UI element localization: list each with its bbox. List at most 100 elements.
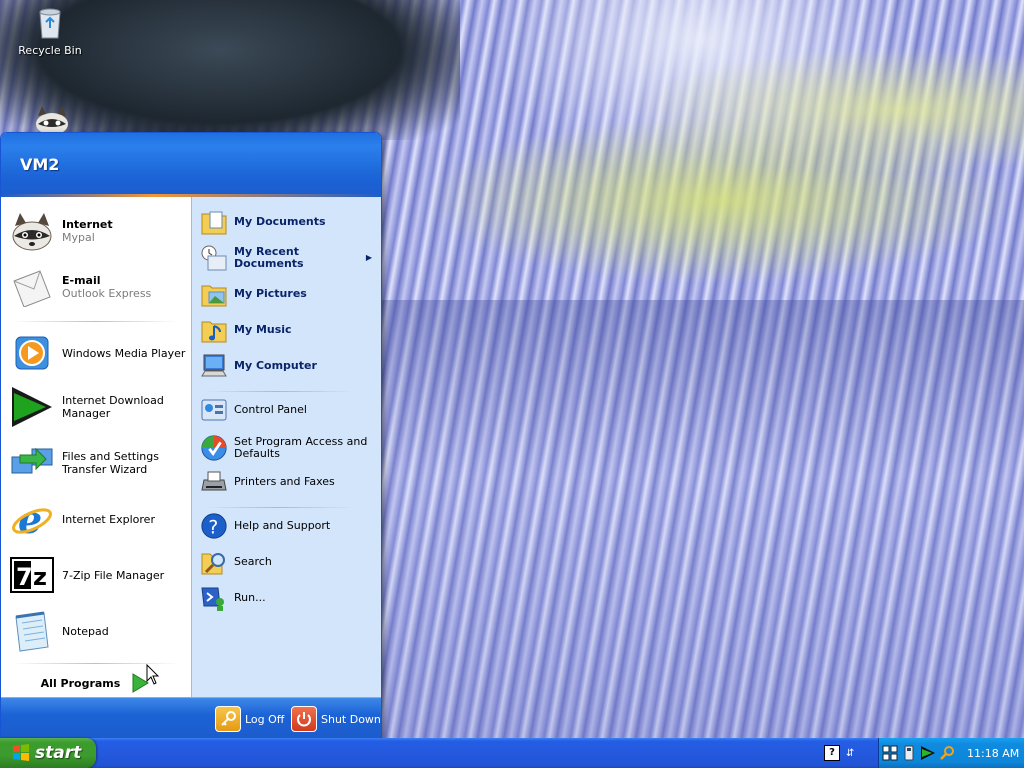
pinned-item-title: E-mail: [62, 274, 101, 287]
recent-item-label: 7-Zip File Manager: [62, 568, 165, 582]
place-my-recent-documents[interactable]: My Recent Documents ▶: [200, 243, 378, 273]
help-label: Help and Support: [234, 519, 331, 532]
recycle-bin-icon: [32, 4, 68, 40]
place-label: My Documents: [234, 215, 326, 228]
help-label: Search: [234, 555, 272, 568]
7zip-icon: 7 z: [9, 552, 55, 598]
all-programs-button[interactable]: All Programs: [1, 669, 190, 697]
pinned-item-title: Internet: [62, 218, 113, 231]
windows-logo-icon: [12, 744, 30, 762]
printer-icon: [200, 468, 228, 496]
pinned-item-internet[interactable]: Internet Mypal: [9, 205, 187, 257]
svg-text:z: z: [33, 563, 47, 591]
start-label: start: [35, 743, 82, 763]
recent-documents-icon: [200, 244, 228, 272]
start-button[interactable]: start: [0, 738, 96, 768]
transfer-wizard-icon: [9, 440, 55, 486]
shut-down-button[interactable]: Shut Down: [291, 706, 381, 732]
svg-text:7: 7: [16, 563, 33, 591]
setting-label: Set Program Access and Defaults: [234, 435, 368, 460]
shut-down-label: Shut Down: [321, 712, 381, 726]
setting-label: Control Panel: [234, 403, 307, 416]
recent-item-windows-media-player[interactable]: Windows Media Player: [9, 327, 187, 379]
mouse-cursor-icon: [146, 663, 160, 686]
help-tray-icon[interactable]: ?: [824, 745, 840, 761]
tray-extra-icons: ? ⇵: [824, 742, 868, 764]
setting-printers-faxes[interactable]: Printers and Faxes: [200, 467, 378, 497]
wallpaper-waterfall: [380, 300, 1024, 738]
log-off-label: Log Off: [245, 712, 285, 726]
start-menu-programs-pane: Internet Mypal E-mail Outlook Express Wi…: [1, 197, 190, 697]
desktop-icon-recycle-bin[interactable]: Recycle Bin: [10, 4, 90, 57]
email-envelope-icon: [9, 264, 55, 310]
power-icon: [291, 706, 317, 732]
places-separator: [204, 391, 354, 392]
place-label: My Pictures: [234, 287, 307, 300]
help-and-support[interactable]: ? Help and Support: [200, 511, 378, 541]
run-icon: [200, 584, 228, 612]
help-label: Run...: [234, 591, 266, 604]
download-manager-icon: [9, 384, 55, 430]
start-menu: VM2 Internet Mypal E-mail Outlook Expres…: [0, 132, 382, 740]
svg-text:?: ?: [208, 517, 218, 538]
usb-drive-tray-icon[interactable]: [901, 745, 917, 761]
desktop-icon-label: Recycle Bin: [18, 44, 82, 57]
taskbar: start ? ⇵ 11:18 AM: [0, 738, 1024, 768]
internet-explorer-icon: e: [9, 496, 55, 542]
key-icon: [215, 706, 241, 732]
start-menu-places-pane: My Documents My Recent Documents ▶ My Pi…: [191, 197, 381, 697]
recent-item-label: Windows Media Player: [62, 346, 186, 360]
recent-item-7zip[interactable]: 7 z 7-Zip File Manager: [9, 549, 187, 601]
setting-label: Printers and Faxes: [234, 475, 335, 488]
place-label: My Computer: [234, 359, 317, 372]
control-panel-icon: [200, 396, 228, 424]
log-off-button[interactable]: Log Off: [215, 706, 284, 732]
system-tray: 11:18 AM: [878, 738, 1024, 768]
recent-item-files-settings-transfer[interactable]: Files and Settings Transfer Wizard: [9, 437, 187, 489]
recent-item-label: Notepad: [62, 624, 109, 638]
recent-item-label: Internet Download Manager: [62, 394, 164, 420]
documents-folder-icon: [200, 208, 228, 236]
recent-item-label: Internet Explorer: [62, 512, 155, 526]
arrows-tray-icon[interactable]: ⇵: [846, 748, 854, 759]
music-folder-icon: [200, 316, 228, 344]
place-label: My Recent Documents: [234, 245, 304, 270]
setting-control-panel[interactable]: Control Panel: [200, 395, 378, 425]
submenu-arrow-icon: ▶: [365, 253, 372, 262]
place-my-documents[interactable]: My Documents: [200, 207, 378, 237]
all-programs-label: All Programs: [40, 676, 121, 690]
recent-item-notepad[interactable]: Notepad: [9, 605, 187, 657]
download-manager-tray-icon[interactable]: [920, 745, 936, 761]
search-item[interactable]: Search: [200, 547, 378, 577]
recent-item-internet-download-manager[interactable]: Internet Download Manager: [9, 381, 187, 433]
help-icon: ?: [200, 512, 228, 540]
media-player-icon: [9, 330, 55, 376]
raccoon-browser-icon: [9, 208, 55, 254]
pinned-item-email[interactable]: E-mail Outlook Express: [9, 261, 187, 313]
pinned-item-text: E-mail Outlook Express: [62, 274, 151, 300]
settings-separator: [204, 507, 354, 508]
search-icon: [200, 548, 228, 576]
notepad-icon: [9, 608, 55, 654]
start-menu-footer: Log Off Shut Down: [1, 697, 381, 739]
computer-icon: [200, 352, 228, 380]
setting-program-access[interactable]: Set Program Access and Defaults: [200, 431, 378, 465]
start-menu-header: VM2: [1, 133, 381, 197]
network-tray-icon[interactable]: [882, 745, 898, 761]
pictures-folder-icon: [200, 280, 228, 308]
clock[interactable]: 11:18 AM: [967, 747, 1019, 760]
run-item[interactable]: Run...: [200, 583, 378, 613]
programs-separator: [11, 321, 179, 322]
user-name: VM2: [20, 155, 60, 174]
place-my-music[interactable]: My Music: [200, 315, 378, 345]
program-access-icon: [200, 434, 228, 462]
recent-item-internet-explorer[interactable]: e Internet Explorer: [9, 493, 187, 545]
place-my-pictures[interactable]: My Pictures: [200, 279, 378, 309]
search-tray-icon[interactable]: [939, 745, 955, 761]
recent-item-label: Files and Settings Transfer Wizard: [62, 450, 159, 476]
pinned-item-text: Internet Mypal: [62, 218, 113, 244]
place-label: My Music: [234, 323, 292, 336]
pinned-item-subtitle: Mypal: [62, 231, 95, 244]
pinned-item-subtitle: Outlook Express: [62, 287, 152, 300]
place-my-computer[interactable]: My Computer: [200, 351, 378, 381]
